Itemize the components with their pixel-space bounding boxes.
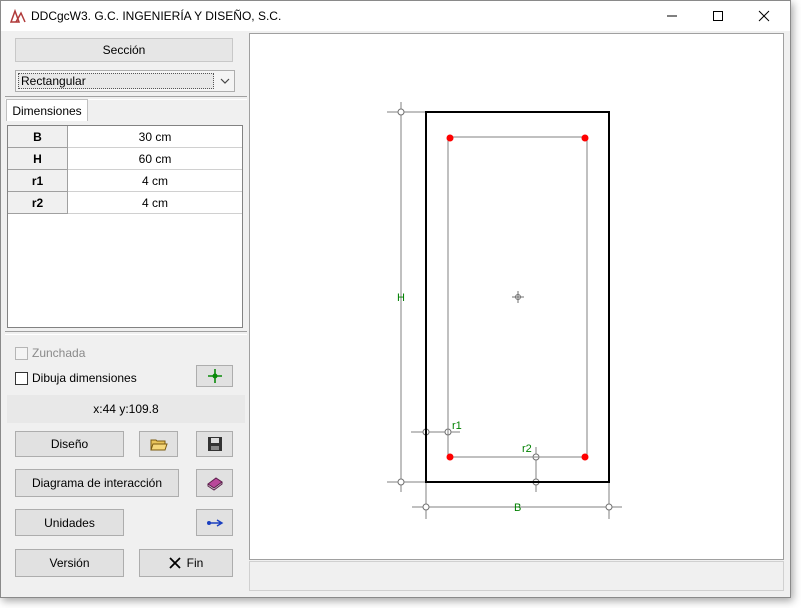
usb-icon [206, 518, 223, 527]
chevron-down-icon [220, 78, 230, 84]
save-button[interactable] [196, 431, 233, 457]
centroid-crosshair-icon [512, 291, 524, 303]
diagrama-interaccion-button[interactable]: Diagrama de interacción [15, 469, 179, 497]
diseno-button[interactable]: Diseño [15, 431, 124, 457]
close-icon [758, 10, 770, 22]
dimension-markers [397, 108, 613, 511]
dimension-value[interactable]: 4 cm [68, 192, 242, 214]
dim-label-b: B [514, 502, 521, 514]
coordinates-readout: x:44 y:109.8 [7, 395, 245, 423]
divider [5, 331, 247, 335]
rebar-bar [446, 134, 454, 142]
folder-open-icon [149, 439, 168, 451]
minimize-icon [667, 15, 677, 17]
close-x-icon [169, 557, 181, 569]
dibuja-dimensiones-label: Dibuja dimensiones [32, 371, 137, 385]
report-button[interactable] [196, 469, 233, 497]
app-logo-icon [10, 9, 26, 23]
zunchada-checkbox[interactable]: Zunchada [15, 346, 85, 360]
dim-label-r2: r2 [522, 443, 532, 455]
table-row[interactable]: H 60 cm [8, 148, 242, 170]
maximize-icon [713, 11, 723, 21]
dim-label-r1: r1 [452, 420, 462, 432]
title-bar: DDCgcW3. G.C. INGENIERÍA Y DISEÑO, S.C. [1, 1, 790, 31]
dimension-value[interactable]: 4 cm [68, 170, 242, 192]
dimension-name: B [8, 126, 68, 148]
table-row[interactable]: B 30 cm [8, 126, 242, 148]
usb-export-button[interactable] [196, 509, 233, 536]
checkbox-box [15, 371, 28, 385]
unidades-button[interactable]: Unidades [15, 509, 124, 536]
section-drawing: H B r1 r2 [387, 102, 622, 519]
rebar-bar [446, 453, 454, 461]
window-title: DDCgcW3. G.C. INGENIERÍA Y DISEÑO, S.C. [31, 9, 282, 23]
table-row[interactable]: r2 4 cm [8, 192, 242, 214]
tab-dimensiones[interactable]: Dimensiones [6, 99, 88, 121]
zunchada-label: Zunchada [32, 346, 86, 360]
open-file-button[interactable] [139, 431, 178, 457]
rebar-bar [581, 453, 589, 461]
status-bar [249, 561, 784, 591]
rebar-bar [581, 134, 589, 142]
dimensions-grid: B 30 cm H 60 cm r1 4 cm r2 4 cm [7, 125, 243, 328]
dimension-value[interactable]: 60 cm [68, 148, 242, 170]
dimension-value[interactable]: 30 cm [68, 126, 242, 148]
table-row[interactable]: r1 4 cm [8, 170, 242, 192]
center-point-button[interactable] [196, 365, 233, 387]
minimize-button[interactable] [649, 1, 695, 31]
crosshair-icon [207, 369, 222, 383]
version-button[interactable]: Versión [15, 549, 124, 577]
close-button[interactable] [741, 1, 787, 31]
dimension-name: r2 [8, 192, 68, 214]
book-icon [206, 477, 223, 491]
maximize-button[interactable] [695, 1, 741, 31]
save-icon [207, 437, 222, 451]
checkbox-box [15, 346, 28, 360]
left-panel: Sección Rectangular Dimensiones B 30 cm … [5, 33, 247, 591]
dimension-name: H [8, 148, 68, 170]
section-type-select[interactable]: Rectangular [15, 70, 235, 92]
fin-button[interactable]: Fin [139, 549, 233, 577]
dim-label-h: H [397, 292, 405, 304]
dimension-name: r1 [8, 170, 68, 192]
app-window: DDCgcW3. G.C. INGENIERÍA Y DISEÑO, S.C. … [0, 0, 791, 598]
dibuja-dimensiones-checkbox[interactable]: Dibuja dimensiones [15, 371, 137, 385]
section-drawing-canvas[interactable]: H B r1 r2 [249, 33, 784, 560]
section-header-button[interactable]: Sección [15, 38, 233, 62]
fin-label: Fin [186, 556, 204, 570]
section-type-value: Rectangular [18, 73, 214, 89]
